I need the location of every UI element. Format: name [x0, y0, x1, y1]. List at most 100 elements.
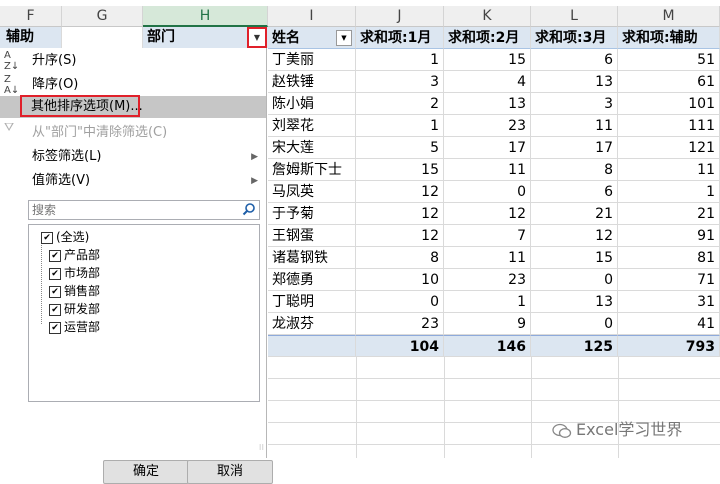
name-cell[interactable]: 宋大莲	[268, 137, 356, 159]
value-cell[interactable]: 4	[444, 71, 531, 93]
checkbox-checked-icon[interactable]: ✔	[49, 285, 61, 298]
value-cell[interactable]: 11	[531, 115, 618, 137]
search-box[interactable]	[28, 200, 260, 220]
value-cell[interactable]: 1	[618, 181, 720, 203]
value-cell[interactable]: 15	[356, 159, 444, 181]
value-cell[interactable]: 23	[444, 115, 531, 137]
value-cell[interactable]: 12	[444, 203, 531, 225]
header-cell-g[interactable]	[62, 27, 143, 48]
total-value-cell[interactable]: 793	[618, 335, 720, 357]
total-value-cell[interactable]: 125	[531, 335, 618, 357]
value-cell[interactable]: 1	[356, 49, 444, 71]
name-cell[interactable]: 丁聪明	[268, 291, 356, 313]
value-cell[interactable]: 0	[444, 181, 531, 203]
col-header-k[interactable]: K	[444, 6, 531, 27]
value-cell[interactable]: 6	[531, 181, 618, 203]
total-value-cell[interactable]: 146	[444, 335, 531, 357]
header-cell-f[interactable]: 辅助	[0, 27, 62, 48]
value-cell[interactable]: 9	[444, 313, 531, 335]
filter-item[interactable]: ✔ 市场部	[49, 264, 100, 282]
value-cell[interactable]: 11	[444, 247, 531, 269]
name-cell[interactable]: 丁美丽	[268, 49, 356, 71]
value-cell[interactable]: 41	[618, 313, 720, 335]
value-cell[interactable]: 8	[531, 159, 618, 181]
value-cell[interactable]: 121	[618, 137, 720, 159]
col-header-l[interactable]: L	[531, 6, 618, 27]
value-cell[interactable]: 61	[618, 71, 720, 93]
value-cell[interactable]: 6	[531, 49, 618, 71]
value-cell[interactable]: 0	[356, 291, 444, 313]
name-cell[interactable]: 赵铁锤	[268, 71, 356, 93]
value-cell[interactable]: 91	[618, 225, 720, 247]
value-cell[interactable]: 1	[356, 115, 444, 137]
value-cell[interactable]: 81	[618, 247, 720, 269]
ok-button[interactable]: 确定	[103, 460, 189, 484]
value-cell[interactable]: 31	[618, 291, 720, 313]
value-cell[interactable]: 3	[356, 71, 444, 93]
name-cell[interactable]: 龙淑芬	[268, 313, 356, 335]
value-cell[interactable]: 3	[531, 93, 618, 115]
col-header-g[interactable]: G	[62, 6, 143, 27]
value-cell[interactable]: 7	[444, 225, 531, 247]
feb-header-cell[interactable]: 求和项:2月	[444, 27, 531, 49]
value-cell[interactable]: 23	[444, 269, 531, 291]
resize-grip-icon[interactable]: ⁝⁝	[259, 444, 264, 452]
checkbox-checked-icon[interactable]: ✔	[49, 303, 61, 316]
filter-item[interactable]: ✔ 销售部	[49, 282, 100, 300]
col-header-h[interactable]: H	[143, 6, 268, 27]
value-cell[interactable]: 21	[618, 203, 720, 225]
name-filter-button[interactable]: ▼	[336, 30, 352, 46]
col-header-f[interactable]: F	[0, 6, 62, 27]
value-cell[interactable]: 11	[444, 159, 531, 181]
checkbox-checked-icon[interactable]: ✔	[49, 249, 61, 262]
department-filter-dropdown-button[interactable]: ▼	[247, 27, 267, 48]
empty-grid-area[interactable]	[268, 357, 720, 458]
value-cell[interactable]: 111	[618, 115, 720, 137]
value-cell[interactable]: 12	[356, 181, 444, 203]
aux-header-cell[interactable]: 求和项:辅助	[618, 27, 720, 49]
jan-header-cell[interactable]: 求和项:1月	[356, 27, 444, 49]
name-cell[interactable]: 马凤英	[268, 181, 356, 203]
cancel-button[interactable]: 取消	[187, 460, 273, 484]
value-cell[interactable]: 12	[531, 225, 618, 247]
name-cell[interactable]: 于予菊	[268, 203, 356, 225]
value-cell[interactable]: 13	[531, 71, 618, 93]
filter-item[interactable]: ✔ 研发部	[49, 300, 100, 318]
name-cell[interactable]: 詹姆斯下士	[268, 159, 356, 181]
filter-item[interactable]: ✔ 运营部	[49, 318, 100, 336]
value-cell[interactable]: 5	[356, 137, 444, 159]
value-cell[interactable]: 15	[444, 49, 531, 71]
name-cell[interactable]: 陈小娟	[268, 93, 356, 115]
value-cell[interactable]: 23	[356, 313, 444, 335]
value-cell[interactable]: 17	[531, 137, 618, 159]
value-cell[interactable]: 13	[444, 93, 531, 115]
checkbox-checked-icon[interactable]: ✔	[49, 267, 61, 280]
menu-value-filter[interactable]: 值筛选(V) ▶	[0, 170, 266, 192]
menu-label-filter[interactable]: 标签筛选(L) ▶	[0, 146, 266, 168]
menu-clear-filter[interactable]: ⛛ 从"部门"中清除筛选(C)	[0, 121, 266, 144]
value-cell[interactable]: 15	[531, 247, 618, 269]
select-all-item[interactable]: ✔ (全选)	[41, 228, 89, 246]
name-cell[interactable]: 郑德勇	[268, 269, 356, 291]
checkbox-checked-icon[interactable]: ✔	[49, 321, 61, 334]
filter-item[interactable]: ✔ 产品部	[49, 246, 100, 264]
value-cell[interactable]: 10	[356, 269, 444, 291]
value-cell[interactable]: 13	[531, 291, 618, 313]
value-cell[interactable]: 71	[618, 269, 720, 291]
name-cell[interactable]: 诸葛钢铁	[268, 247, 356, 269]
mar-header-cell[interactable]: 求和项:3月	[531, 27, 618, 49]
value-cell[interactable]: 101	[618, 93, 720, 115]
checkbox-checked-icon[interactable]: ✔	[41, 231, 53, 244]
menu-sort-descending[interactable]: Z A↓ 降序(O)	[0, 74, 266, 96]
search-input[interactable]	[29, 201, 235, 219]
menu-sort-ascending[interactable]: A Z↓ 升序(S)	[0, 50, 266, 72]
col-header-m[interactable]: M	[618, 6, 720, 27]
value-cell[interactable]: 12	[356, 225, 444, 247]
value-cell[interactable]: 2	[356, 93, 444, 115]
value-cell[interactable]: 1	[444, 291, 531, 313]
name-cell[interactable]: 王钢蛋	[268, 225, 356, 247]
value-cell[interactable]: 8	[356, 247, 444, 269]
total-value-cell[interactable]: 104	[356, 335, 444, 357]
value-cell[interactable]: 11	[618, 159, 720, 181]
value-cell[interactable]: 0	[531, 269, 618, 291]
